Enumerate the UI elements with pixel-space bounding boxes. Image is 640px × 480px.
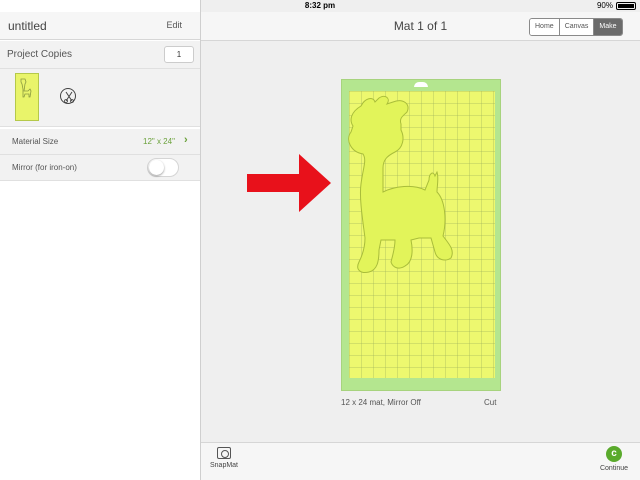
project-copies-input[interactable]: 1 bbox=[164, 46, 194, 63]
mat-caption: 12 x 24 mat, Mirror Off bbox=[341, 398, 421, 407]
continue-button[interactable]: c Continue bbox=[596, 446, 632, 472]
continue-label: Continue bbox=[599, 465, 629, 472]
cut-icon bbox=[60, 88, 76, 104]
toggle-knob bbox=[149, 160, 164, 175]
cut-label: Cut bbox=[484, 398, 497, 407]
project-title: untitled bbox=[8, 19, 47, 33]
project-panel: untitled Edit Project Copies 1 Material … bbox=[0, 0, 201, 480]
giraffe-thumbnail-icon bbox=[20, 78, 32, 98]
view-segmented-control: Home Canvas Make bbox=[529, 18, 623, 36]
material-size-label: Material Size bbox=[12, 137, 59, 146]
material-size-row[interactable]: Material Size 12" x 24" › bbox=[0, 129, 200, 155]
mirror-label: Mirror (for iron-on) bbox=[12, 163, 77, 172]
continue-icon: c bbox=[606, 446, 622, 462]
project-copies-label: Project Copies bbox=[7, 49, 73, 60]
battery-percent: 90% bbox=[596, 1, 613, 10]
mirror-row: Mirror (for iron-on) bbox=[0, 155, 200, 181]
mat-thumbnail[interactable] bbox=[15, 73, 39, 121]
mat-header: Mat 1 of 1 Home Canvas Make bbox=[201, 12, 640, 41]
battery-indicator: 90% bbox=[597, 1, 636, 10]
mat-hanger-hole bbox=[414, 82, 428, 87]
arrow-icon bbox=[247, 154, 331, 212]
camera-icon bbox=[217, 447, 231, 459]
snapmat-label: SnapMat bbox=[209, 462, 239, 469]
material-size-value: 12" x 24" bbox=[143, 137, 175, 146]
chevron-right-icon: › bbox=[184, 134, 188, 146]
battery-icon bbox=[616, 1, 636, 10]
mat-thumbnail-row bbox=[0, 69, 200, 127]
tab-home[interactable]: Home bbox=[530, 19, 560, 35]
mirror-toggle[interactable] bbox=[147, 158, 179, 177]
tab-make[interactable]: Make bbox=[594, 19, 622, 35]
tab-canvas[interactable]: Canvas bbox=[559, 19, 595, 35]
project-header: untitled Edit bbox=[0, 12, 200, 40]
giraffe-shape[interactable] bbox=[341, 90, 461, 280]
snapmat-button[interactable]: SnapMat bbox=[209, 447, 239, 469]
edit-button[interactable]: Edit bbox=[166, 20, 182, 30]
battery-fill bbox=[618, 3, 635, 8]
bottom-toolbar: SnapMat c Continue bbox=[201, 442, 640, 480]
project-copies-row: Project Copies 1 bbox=[0, 41, 200, 69]
